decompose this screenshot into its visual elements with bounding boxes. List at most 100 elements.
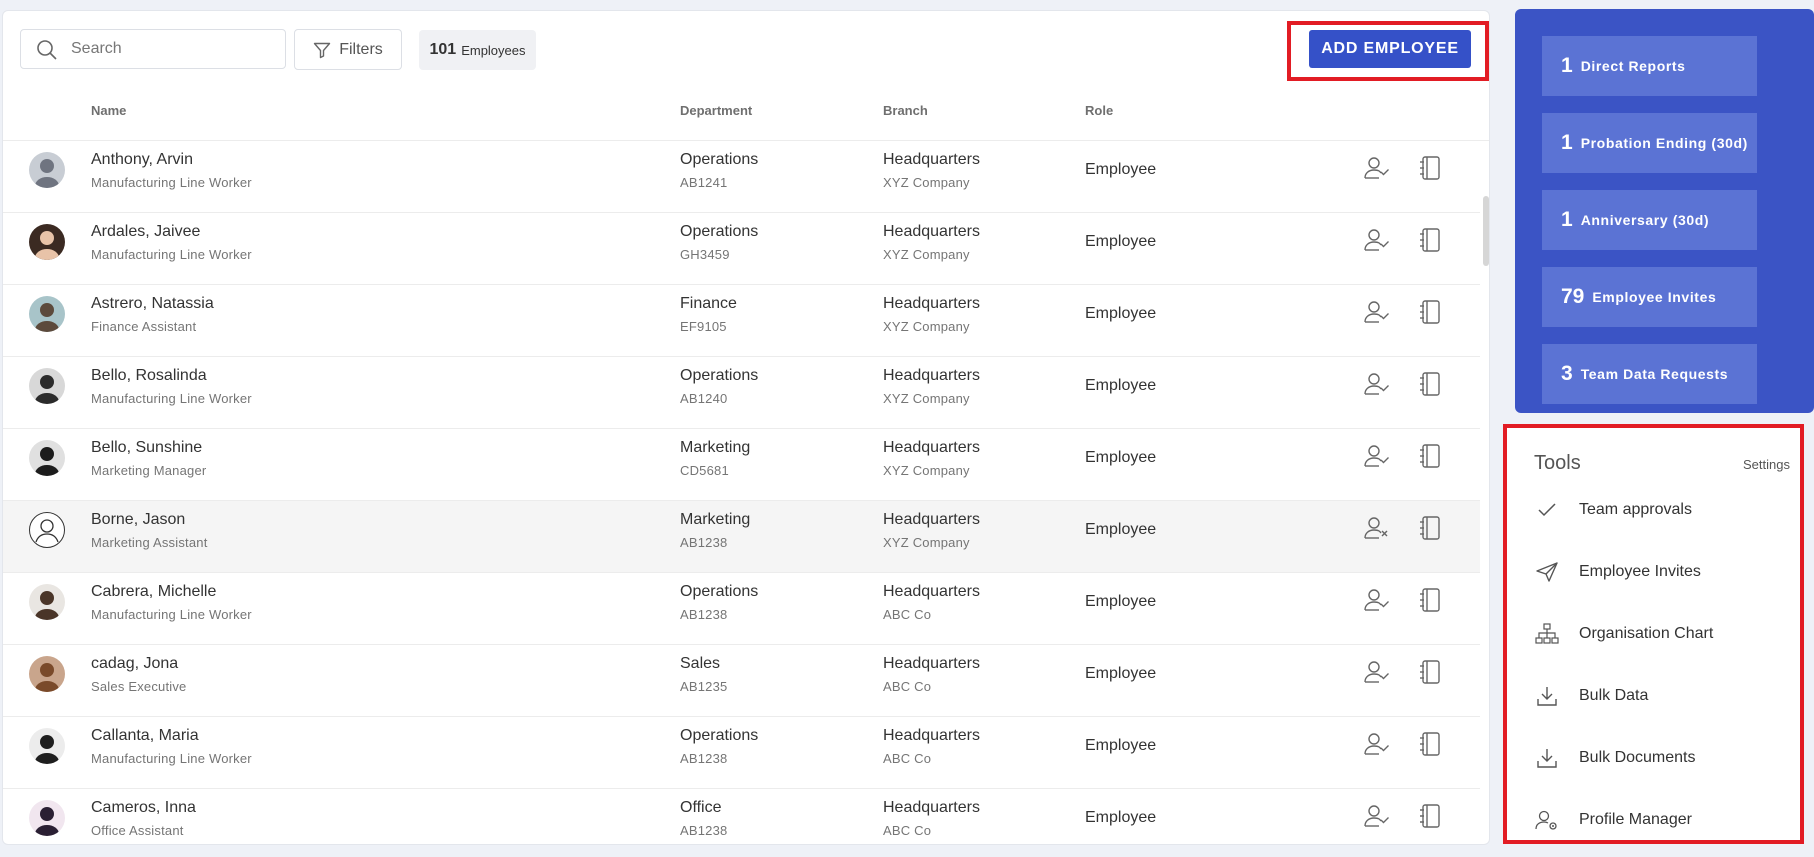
avatar[interactable] [29,152,65,188]
stat-count: 1 [1561,54,1573,77]
stat-card[interactable]: 3 Team Data Requests [1542,344,1757,404]
employee-name[interactable]: Bello, Sunshine [91,439,202,457]
directory-book-icon[interactable] [1418,587,1442,618]
avatar[interactable] [29,800,65,836]
column-department[interactable]: Department [680,103,752,118]
avatar[interactable] [29,224,65,260]
avatar-placeholder-icon[interactable] [29,512,65,548]
employee-branch: Headquarters [883,799,980,816]
user-check-icon[interactable] [1363,227,1391,258]
employee-name[interactable]: Anthony, Arvin [91,151,193,169]
avatar[interactable] [29,440,65,476]
table-row[interactable]: Anthony, Arvin Manufacturing Line Worker O… [3,141,1480,213]
directory-book-icon[interactable] [1418,299,1442,330]
employee-department: Sales [680,655,721,672]
table-row[interactable]: Astrero, Natassia Finance Assistant Financ… [3,285,1480,357]
user-check-icon[interactable] [1363,443,1391,474]
employee-name[interactable]: cadag, Jona [91,655,178,673]
stat-card[interactable]: 1 Direct Reports [1542,36,1757,96]
stat-label: Team Data Requests [1580,366,1729,382]
tool-label: Bulk Documents [1579,749,1696,766]
employee-name[interactable]: Callanta, Maria [91,727,199,745]
employee-branch: Headquarters [883,655,980,672]
employee-department: Marketing [680,439,751,456]
add-employee-button[interactable]: ADD EMPLOYEE [1309,30,1471,68]
stat-count: 1 [1561,208,1573,231]
employee-code: GH3459 [680,247,730,262]
avatar[interactable] [29,728,65,764]
user-check-icon[interactable] [1363,587,1391,618]
search-box[interactable] [20,29,286,69]
filters-button[interactable]: Filters [294,29,402,70]
tool-item[interactable]: Bulk Data [1529,674,1789,718]
stat-label: Anniversary (30d) [1580,212,1710,228]
employee-title: Manufacturing Line Worker [91,175,252,190]
employee-code: AB1240 [680,391,728,406]
stats-panel: 1 Direct Reports 1 Probation Ending (30d) 1 A… [1515,9,1814,413]
tool-item[interactable]: Bulk Documents [1529,736,1789,780]
employee-name[interactable]: Cameros, Inna [91,799,196,817]
column-branch[interactable]: Branch [883,103,928,118]
table-scrollbar[interactable] [1483,196,1489,266]
directory-book-icon[interactable] [1418,731,1442,762]
employee-name[interactable]: Astrero, Natassia [91,295,214,313]
employee-code: AB1238 [680,535,728,550]
avatar[interactable] [29,584,65,620]
stat-card[interactable]: 1 Probation Ending (30d) [1542,113,1757,173]
stat-card[interactable]: 79 Employee Invites [1542,267,1757,327]
user-check-icon[interactable] [1363,299,1391,330]
employee-list-panel: Filters 101 Employees ADD EMPLOYEE Name … [2,10,1490,845]
directory-book-icon[interactable] [1418,371,1442,402]
employee-name[interactable]: Borne, Jason [91,511,185,529]
table-row[interactable]: Bello, Rosalinda Manufacturing Line Worke… [3,357,1480,429]
directory-book-icon[interactable] [1418,515,1442,546]
stat-card[interactable]: 1 Anniversary (30d) [1542,190,1757,250]
directory-book-icon[interactable] [1418,659,1442,690]
employee-department: Marketing [680,511,751,528]
employee-count-label: Employees [461,42,526,58]
table-row[interactable]: Cameros, Inna Office Assistant Office AB123… [3,789,1480,844]
avatar[interactable] [29,656,65,692]
table-row[interactable]: Cabrera, Michelle Manufacturing Line Work… [3,573,1480,645]
column-role[interactable]: Role [1085,103,1113,118]
user-check-icon[interactable] [1363,659,1391,690]
employee-department: Operations [680,583,759,600]
avatar[interactable] [29,296,65,332]
tool-item[interactable]: Employee Invites [1529,550,1789,594]
user-check-icon[interactable] [1363,803,1391,834]
employee-name[interactable]: Cabrera, Michelle [91,583,216,601]
column-name[interactable]: Name [91,103,126,118]
employee-role: Employee [1085,305,1157,322]
employee-name[interactable]: Ardales, Jaivee [91,223,200,241]
search-icon [37,40,57,60]
employee-branch: Headquarters [883,367,980,384]
search-input[interactable] [71,40,271,58]
avatar[interactable] [29,368,65,404]
table-row[interactable]: Callanta, Maria Manufacturing Line Worker… [3,717,1480,789]
user-check-icon[interactable] [1363,371,1391,402]
table-row[interactable]: Borne, Jason Marketing Assistant Marketing… [3,501,1480,573]
tools-panel: Tools Settings Team approvals Employee In… [1503,424,1804,844]
employee-code: AB1238 [680,751,728,766]
tool-label: Organisation Chart [1579,625,1714,642]
employee-role: Employee [1085,737,1157,754]
user-check-icon[interactable] [1363,155,1391,186]
user-check-icon[interactable] [1363,731,1391,762]
table-row[interactable]: Ardales, Jaivee Manufacturing Line Worker… [3,213,1480,285]
table-row[interactable]: cadag, Jona Sales Executive Sales AB1235 Hea… [3,645,1480,717]
employee-branch: Headquarters [883,583,980,600]
table-row[interactable]: Bello, Sunshine Marketing Manager Marketin… [3,429,1480,501]
directory-book-icon[interactable] [1418,155,1442,186]
employee-name[interactable]: Bello, Rosalinda [91,367,207,385]
download-icon [1534,683,1560,709]
directory-book-icon[interactable] [1418,443,1442,474]
user-x-icon[interactable] [1363,515,1391,546]
tool-item[interactable]: Organisation Chart [1529,612,1789,656]
tool-item[interactable]: Profile Manager [1529,798,1789,842]
employee-company: ABC Co [883,607,932,622]
directory-book-icon[interactable] [1418,803,1442,834]
employee-role: Employee [1085,593,1157,610]
tool-item[interactable]: Team approvals [1529,488,1789,532]
tools-settings-link[interactable]: Settings [1743,457,1790,472]
directory-book-icon[interactable] [1418,227,1442,258]
